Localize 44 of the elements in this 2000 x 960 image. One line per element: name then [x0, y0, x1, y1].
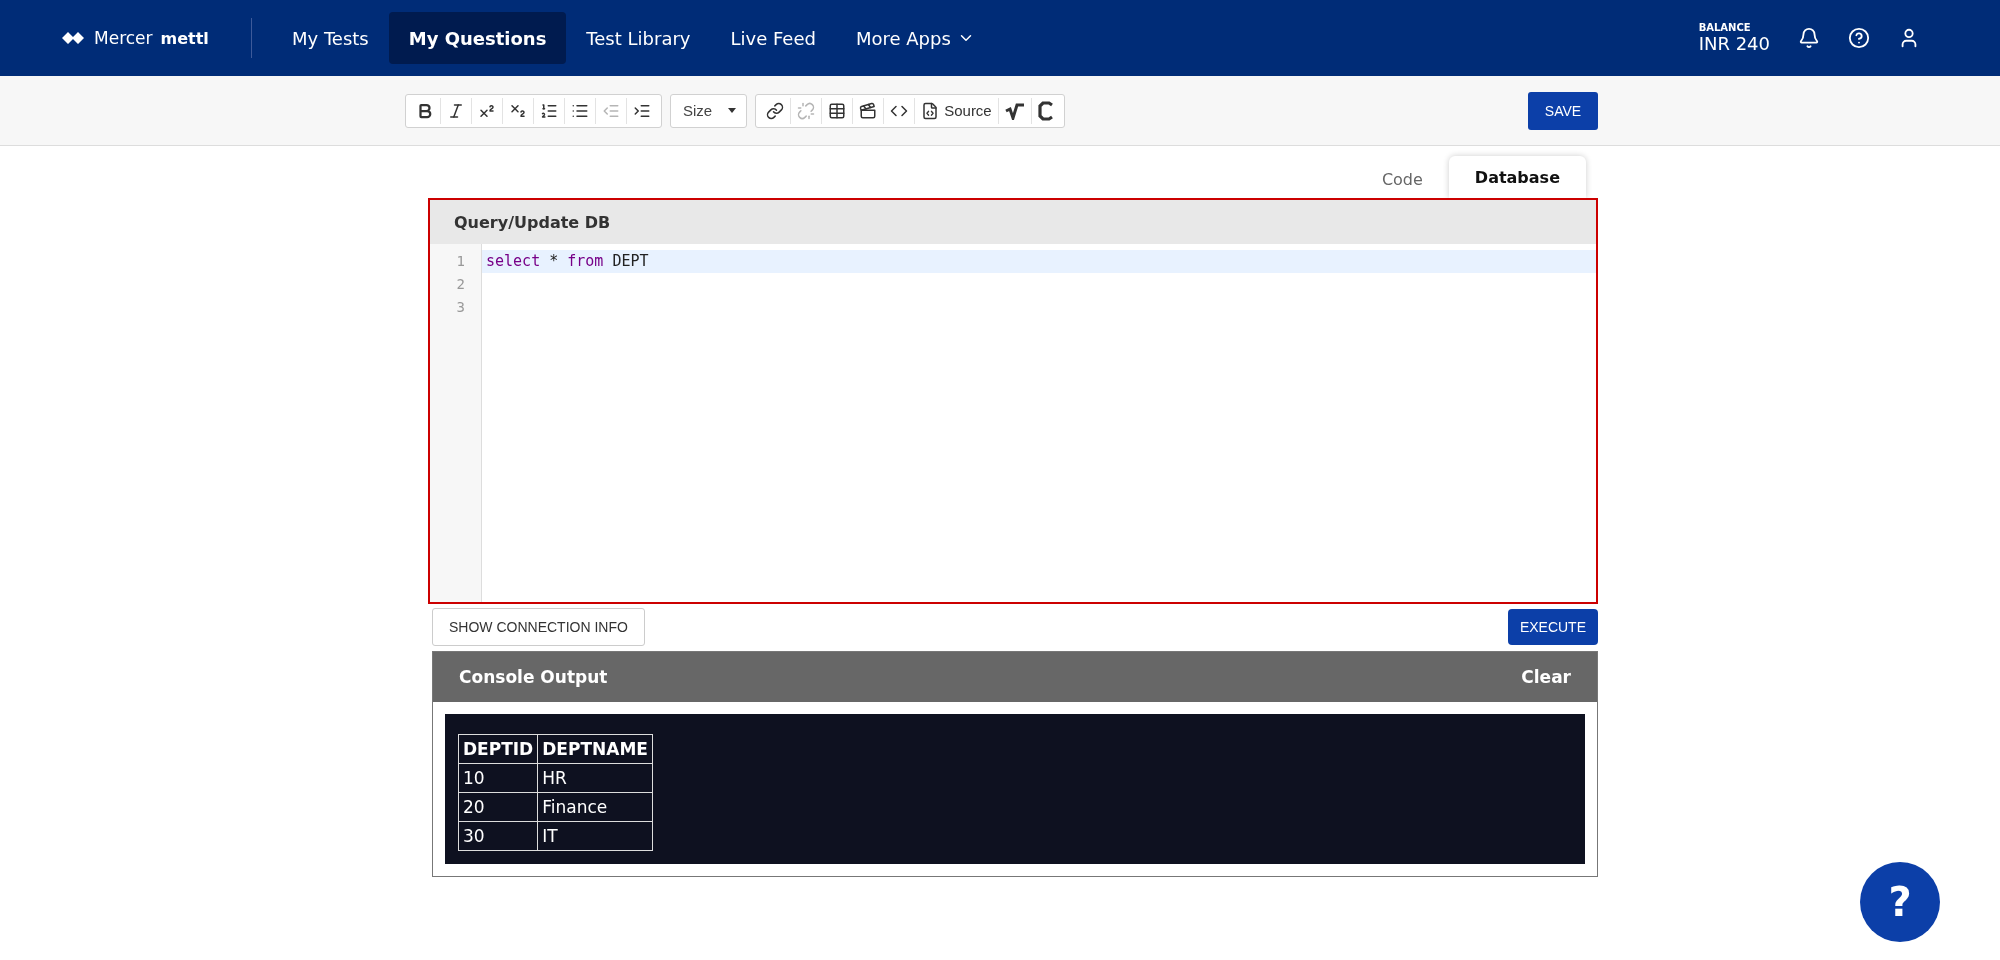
line-number: 2	[455, 275, 466, 294]
column-header: DEPTID	[458, 734, 538, 764]
caret-icon	[728, 108, 737, 113]
table-icon	[828, 101, 847, 120]
notifications-icon[interactable]	[1798, 27, 1820, 49]
clear-link[interactable]: Clear	[1521, 667, 1571, 687]
line-number: 3	[455, 298, 466, 317]
panel-title: Query/Update DB	[430, 200, 1596, 244]
logo-icon	[60, 31, 86, 45]
square-root-icon	[1004, 101, 1025, 120]
column-header: DEPTNAME	[537, 734, 653, 764]
size-dropdown[interactable]: Size	[675, 97, 743, 124]
unlink-icon	[797, 101, 816, 120]
c-letter-icon	[1037, 100, 1054, 121]
table-cell: 20	[458, 792, 538, 822]
nav-link[interactable]: My Tests	[272, 12, 389, 64]
bold-icon	[416, 101, 434, 120]
table-cell: Finance	[537, 792, 653, 822]
italic-icon	[447, 101, 465, 120]
nav-link[interactable]: Test Library	[566, 12, 711, 64]
save-button[interactable]: SAVE	[1528, 91, 1598, 130]
link-icon	[766, 101, 785, 120]
show-connection-info-button[interactable]: SHOW CONNECTION INFO	[432, 608, 645, 646]
balance-value: INR 240	[1698, 33, 1770, 54]
table-cell: HR	[537, 763, 653, 793]
source-button[interactable]: Source	[915, 97, 999, 124]
console-title: Console Output	[459, 667, 608, 687]
help-icon[interactable]	[1848, 27, 1870, 49]
table-cell: IT	[537, 821, 653, 851]
line-number: 1	[455, 252, 466, 271]
numbered-list-icon	[540, 101, 558, 120]
nav-link[interactable]: More Apps	[835, 12, 995, 64]
product-name: mettl	[160, 28, 209, 48]
file-code-icon	[921, 101, 940, 120]
tab[interactable]: Database	[1448, 156, 1586, 198]
balance-label: BALANCE	[1698, 22, 1752, 33]
nav-link[interactable]: My Questions	[388, 12, 567, 64]
table-cell: 30	[458, 821, 538, 851]
execute-button[interactable]: EXECUTE	[1507, 609, 1598, 645]
help-button[interactable]: ?	[1860, 862, 1940, 942]
clapperboard-icon	[859, 101, 878, 120]
nav-link[interactable]: Live Feed	[710, 12, 836, 64]
table-cell: 10	[458, 763, 538, 793]
brand-name: Mercer	[94, 28, 153, 48]
